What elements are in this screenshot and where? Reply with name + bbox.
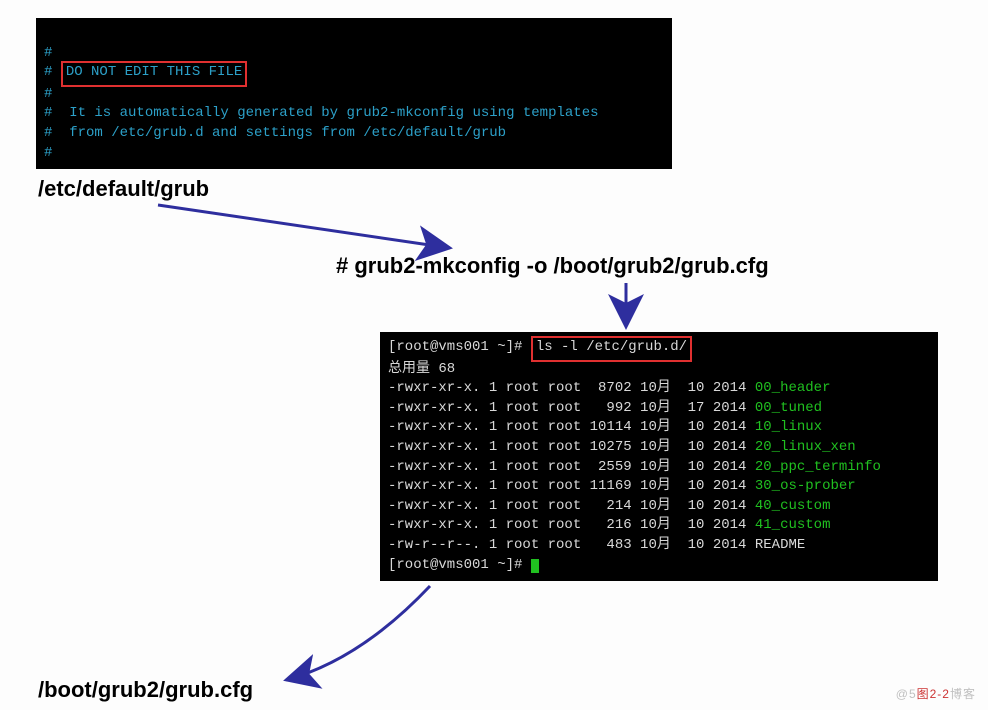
- do-not-edit-highlight: DO NOT EDIT THIS FILE: [61, 61, 247, 87]
- comment-line: #: [44, 45, 52, 61]
- comment-line: #: [44, 145, 52, 161]
- terminal-grub-cfg-header: # # DO NOT EDIT THIS FILE # # It is auto…: [36, 18, 672, 169]
- terminal-ls-grub-d: [root@vms001 ~]# ls -l /etc/grub.d/ 总用量 …: [380, 332, 938, 581]
- cursor-icon: [531, 559, 539, 573]
- watermark: @5图2-2博客: [896, 685, 976, 702]
- label-mkconfig-command: # grub2-mkconfig -o /boot/grub2/grub.cfg: [336, 253, 769, 279]
- comment-line: #: [44, 64, 61, 80]
- label-boot-grub-cfg: /boot/grub2/grub.cfg: [38, 677, 253, 703]
- ls-command-highlight: ls -l /etc/grub.d/: [531, 336, 692, 362]
- comment-line: # It is automatically generated by grub2…: [44, 105, 599, 121]
- watermark-suffix: 博客: [950, 687, 976, 701]
- watermark-prefix: @5: [896, 687, 917, 701]
- watermark-figure-number: 图2-2: [917, 687, 950, 701]
- comment-line: # from /etc/grub.d and settings from /et…: [44, 125, 506, 141]
- label-etc-default-grub: /etc/default/grub: [38, 176, 209, 202]
- comment-line: #: [44, 86, 52, 102]
